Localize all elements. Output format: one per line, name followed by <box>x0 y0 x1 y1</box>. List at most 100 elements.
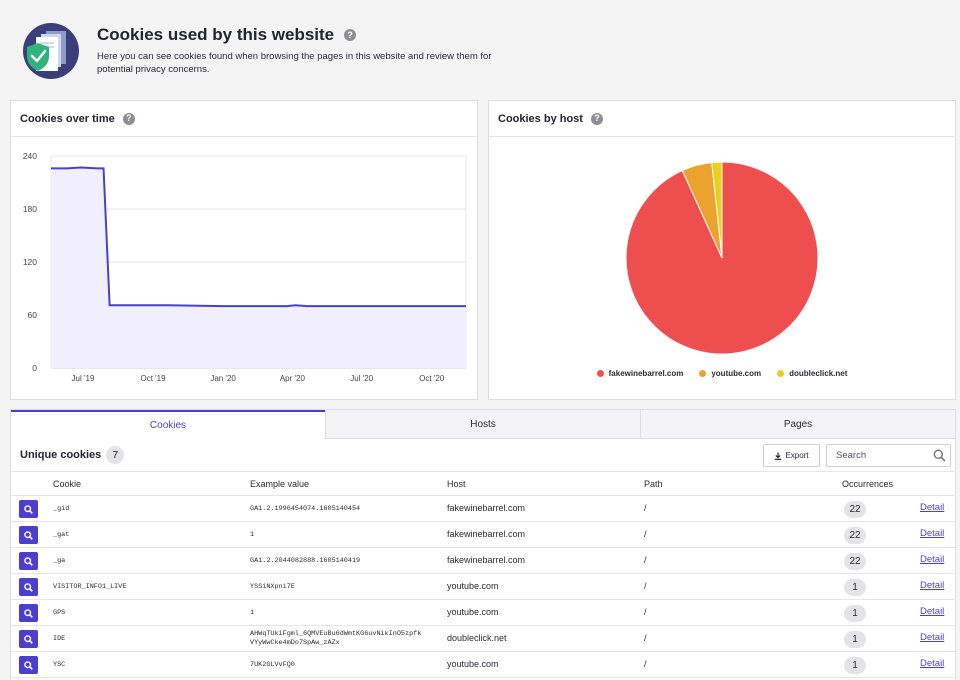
row-search-button[interactable] <box>19 630 38 648</box>
table-row: _gid GA1.2.1996454074.1605140454 fakewineb… <box>11 496 955 522</box>
header-path[interactable]: Path <box>644 479 663 489</box>
legend-item[interactable]: youtube.com <box>699 369 761 378</box>
detail-link[interactable]: Detail <box>920 580 944 591</box>
table-toolbar: Unique cookies 7 Export <box>11 439 955 472</box>
export-button[interactable]: Export <box>763 444 820 467</box>
detail-link[interactable]: Detail <box>920 658 944 669</box>
cookie-value-line: GA1.2.1996454074.1605140454 <box>250 505 361 513</box>
cookie-path: / <box>644 607 647 617</box>
legend-item[interactable]: fakewinebarrel.com <box>596 369 684 378</box>
tab-cookies[interactable]: Cookies <box>11 410 325 439</box>
cookie-host: youtube.com <box>447 607 499 617</box>
header-occurrences[interactable]: Occurrences <box>842 479 893 489</box>
header-cookie[interactable]: Cookie <box>53 479 81 489</box>
row-search-button[interactable] <box>19 656 38 674</box>
legend-label: doubleclick.net <box>789 369 848 378</box>
x-tick-label: Jul '20 <box>350 374 373 383</box>
cookies-over-time-card: Cookies over time ? 240 180 120 60 0 Jul '19 O… <box>10 100 478 400</box>
cookie-example-value: 1 <box>250 609 254 618</box>
legend-label: youtube.com <box>711 369 762 378</box>
y-tick-label: 240 <box>23 151 37 161</box>
x-tick-label: Jul '19 <box>72 374 95 383</box>
question-icon[interactable]: ? <box>344 29 357 41</box>
cookie-host: fakewinebarrel.com <box>447 529 526 539</box>
cookies-by-host-chart <box>625 161 819 355</box>
detail-link[interactable]: Detail <box>920 606 944 617</box>
table-row: GPS 1 youtube.com / 1 Detail <box>11 600 955 626</box>
occurrences-badge: 1 <box>844 657 866 674</box>
legend-item[interactable]: doubleclick.net <box>777 369 847 378</box>
occurrences-badge: 22 <box>844 527 866 544</box>
row-search-button[interactable] <box>19 552 38 570</box>
table-header: Cookie Example value Host Path Occurrenc… <box>11 472 955 496</box>
occurrences-badge: 22 <box>844 553 866 570</box>
cookie-host: fakewinebarrel.com <box>447 503 526 513</box>
cookie-name: GPS <box>53 609 66 617</box>
detail-link[interactable]: Detail <box>920 632 944 643</box>
table-row: _ga GA1.2.2044082888.1605140419 fakewineba… <box>11 548 955 574</box>
cookies-table-card: Cookies Hosts Pages Unique cookies 7 Exp… <box>10 409 956 680</box>
table-row: VISITOR_INFO1_LIVE YSSiNXpni7E youtube.com… <box>11 574 955 600</box>
cookie-path: / <box>644 503 647 513</box>
y-tick-label: 0 <box>32 363 37 373</box>
header-host[interactable]: Host <box>447 479 466 489</box>
cookie-value-line: 1 <box>250 531 255 539</box>
search-icon[interactable] <box>933 449 946 462</box>
occurrences-badge: 1 <box>844 579 866 596</box>
detail-link[interactable]: Detail <box>920 502 944 513</box>
page-description: Here you can see cookies found when brow… <box>97 51 492 75</box>
table-row: IDE AHWqTUkiFgml_6QMVEuBu6dWmtKG6uvNikInO… <box>11 626 955 652</box>
occurrences-badge: 1 <box>844 605 866 622</box>
cookie-value-line: YSSiNXpni7E <box>250 583 295 591</box>
cookie-example-value: GA1.2.1996454074.1605140454 <box>250 505 360 514</box>
cookies-over-time-title: Cookies over time <box>20 112 115 125</box>
pie-legend: fakewinebarrel.com youtube.com doubleclick… <box>489 369 955 378</box>
table-body: _gid GA1.2.1996454074.1605140454 fakewineb… <box>11 496 955 678</box>
search-input[interactable] <box>827 445 927 466</box>
question-icon[interactable]: ? <box>590 112 603 125</box>
row-search-button[interactable] <box>19 526 38 544</box>
unique-cookies-count: 7 <box>106 446 125 464</box>
series-line <box>51 166 466 308</box>
cookie-value-line: GA1.2.2044082888.1605140419 <box>250 557 361 565</box>
cookie-value-line: 1 <box>250 609 255 617</box>
cookie-host: youtube.com <box>447 659 499 669</box>
table-row: _gat 1 fakewinebarrel.com / 22 Detail <box>11 522 955 548</box>
cookie-example-value: 7UK2GLVvFQ0 <box>250 661 295 670</box>
cookies-over-time-chart: 240 180 120 60 0 Jul '19 Oct '19 Jan '20 Apr '20… <box>23 151 467 383</box>
tab-hosts[interactable]: Hosts <box>325 410 640 439</box>
search-box <box>826 444 951 467</box>
cookie-path: / <box>644 581 647 591</box>
row-search-button[interactable] <box>19 604 38 622</box>
detail-link[interactable]: Detail <box>920 554 944 565</box>
magnifier-icon <box>24 504 33 514</box>
cookie-value-line: 7UK2GLVvFQ0 <box>250 661 295 669</box>
header-example-value[interactable]: Example value <box>250 479 309 489</box>
cookie-example-value: YSSiNXpni7E <box>250 583 295 592</box>
cookie-host: fakewinebarrel.com <box>447 555 526 565</box>
cookie-shield-icon <box>23 23 79 79</box>
cookie-example-value: AHWqTUkiFgml_6QMVEuBu6dWmtKG6uvNikInO5zp… <box>250 630 421 648</box>
tab-pages[interactable]: Pages <box>640 410 955 439</box>
cookie-path: / <box>644 529 647 539</box>
download-icon <box>775 452 782 460</box>
tab-bar: Cookies Hosts Pages <box>11 410 955 439</box>
magnifier-icon <box>24 634 33 644</box>
cookie-value-line: AHWqTUkiFgml_6QMVEuBu6dWmtKG6uvNikInO5zp… <box>250 630 422 638</box>
page-header: Cookies used by this website ? Here you … <box>0 0 960 100</box>
legend-dot <box>596 370 604 377</box>
occurrences-badge: 22 <box>844 501 866 518</box>
cookie-host: doubleclick.net <box>447 633 507 643</box>
y-tick-label: 180 <box>23 204 37 214</box>
legend-label: fakewinebarrel.com <box>608 369 684 378</box>
row-search-button[interactable] <box>19 578 38 596</box>
detail-link[interactable]: Detail <box>920 528 944 539</box>
question-icon[interactable]: ? <box>122 112 135 125</box>
legend-dot <box>777 370 785 377</box>
row-search-button[interactable] <box>19 500 38 518</box>
cookie-name: _gid <box>53 505 70 513</box>
cookie-host: youtube.com <box>447 581 499 591</box>
cookie-value-line: VYyWwCke4mDo7SpAw_zAZx <box>250 639 340 647</box>
magnifier-icon <box>24 582 33 592</box>
series-area <box>51 167 466 368</box>
